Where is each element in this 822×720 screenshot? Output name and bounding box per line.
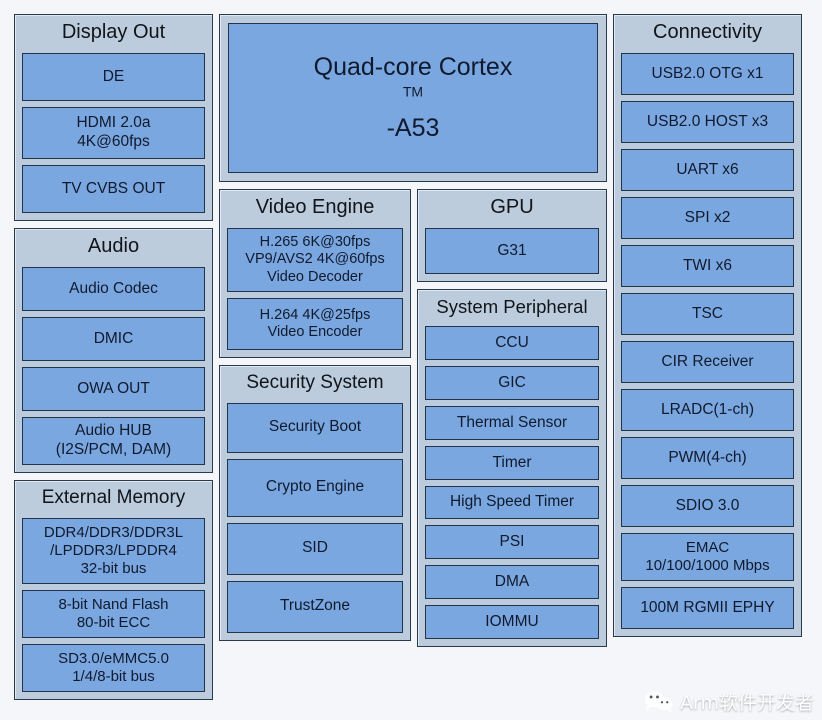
block-thermal-sensor: Thermal Sensor [425,406,599,441]
block-usb-host: USB2.0 HOST x3 [621,101,794,143]
block-hdmi: HDMI 2.0a 4K@60fps [22,107,205,159]
group-title-gpu: GPU [490,196,534,218]
trademark-icon: TM [402,83,424,100]
block-crypto-engine: Crypto Engine [227,458,403,517]
left-column: Display Out DE HDMI 2.0a 4K@60fps TV CVB… [14,14,213,700]
block-g31: G31 [425,228,599,274]
center-stack: Quad-core Cortex TM -A53 Video Engine H.26… [219,14,607,648]
group-audio: Audio Audio Codec DMIC OWA OUT Audio HUB… [14,228,213,473]
block-owa-out: OWA OUT [22,367,205,411]
block-de: DE [22,53,205,101]
group-title-external-memory: External Memory [41,487,186,508]
right-column: Connectivity USB2.0 OTG x1 USB2.0 HOST x… [613,14,802,637]
block-high-speed-timer: High Speed Timer [425,486,599,520]
block-usb-otg: USB2.0 OTG x1 [621,53,794,95]
group-display-out: Display Out DE HDMI 2.0a 4K@60fps TV CVB… [14,14,213,221]
group-security-system: Security System Security Boot Crypto Eng… [219,365,411,641]
block-lradc: LRADC(1-ch) [621,389,794,431]
block-nand-flash: 8-bit Nand Flash 80-bit ECC [22,589,205,638]
block-sid: SID [227,522,403,575]
block-audio-codec: Audio Codec [22,267,205,311]
block-dmic: DMIC [22,317,205,361]
group-title-security-system: Security System [246,372,384,393]
group-video-engine: Video Engine H.265 6K@30fps VP9/AVS2 4K@… [219,189,411,358]
block-audio-hub: Audio HUB (I2S/PCM, DAM) [22,417,205,465]
cpu-label: Quad-core Cortex TM -A53 [314,52,513,144]
block-spi: SPI x2 [621,197,794,239]
block-twi: TWI x6 [621,245,794,287]
block-timer: Timer [425,446,599,481]
group-connectivity: Connectivity USB2.0 OTG x1 USB2.0 HOST x… [613,14,802,637]
block-pwm: PWM(4-ch) [621,437,794,479]
group-title-video-engine: Video Engine [255,196,375,218]
cpu-label-suffix: -A53 [386,114,440,143]
system-column: GPU G31 System Peripheral CCU GIC Therma… [417,189,607,648]
block-uart: UART x6 [621,149,794,191]
block-tsc: TSC [621,293,794,335]
block-cir-receiver: CIR Receiver [621,341,794,383]
group-system-peripheral: System Peripheral CCU GIC Thermal Sensor… [417,289,607,648]
group-gpu: GPU G31 [417,189,607,282]
block-video-decoder: H.265 6K@30fps VP9/AVS2 4K@60fps Video D… [227,228,403,292]
block-iommu: IOMMU [425,605,599,640]
block-sd-emmc: SD3.0/eMMC5.0 1/4/8-bit bus [22,643,205,692]
cpu-label-prefix: Quad-core Cortex [313,53,513,82]
group-title-display-out: Display Out [61,21,166,43]
group-title-connectivity: Connectivity [653,21,762,43]
block-emac: EMAC 10/100/1000 Mbps [621,533,794,581]
block-trustzone: TrustZone [227,580,403,633]
block-tv-cvbs-out: TV CVBS OUT [22,165,205,213]
soc-block-diagram: Display Out DE HDMI 2.0a 4K@60fps TV CVB… [0,0,822,720]
middle-column: Video Engine H.265 6K@30fps VP9/AVS2 4K@… [219,189,411,641]
block-gic: GIC [425,366,599,401]
block-dma: DMA [425,565,599,600]
block-video-encoder: H.264 4K@25fps Video Encoder [227,298,403,350]
group-cpu: Quad-core Cortex TM -A53 [219,14,607,182]
block-security-boot: Security Boot [227,402,403,453]
block-sdio: SDIO 3.0 [621,485,794,527]
group-external-memory: External Memory DDR4/DDR3/DDR3L /LPDDR3/… [14,480,213,700]
block-rgmii-ephy: 100M RGMII EPHY [621,587,794,629]
group-title-audio: Audio [87,235,140,257]
center-lower-row: Video Engine H.265 6K@30fps VP9/AVS2 4K@… [219,189,607,648]
group-title-system-peripheral: System Peripheral [436,296,588,317]
block-ccu: CCU [425,326,599,361]
block-ddr: DDR4/DDR3/DDR3L /LPDDR3/LPDDR4 32-bit bu… [22,517,205,584]
block-psi: PSI [425,525,599,560]
block-quad-core-cortex-a53: Quad-core Cortex TM -A53 [228,23,598,173]
